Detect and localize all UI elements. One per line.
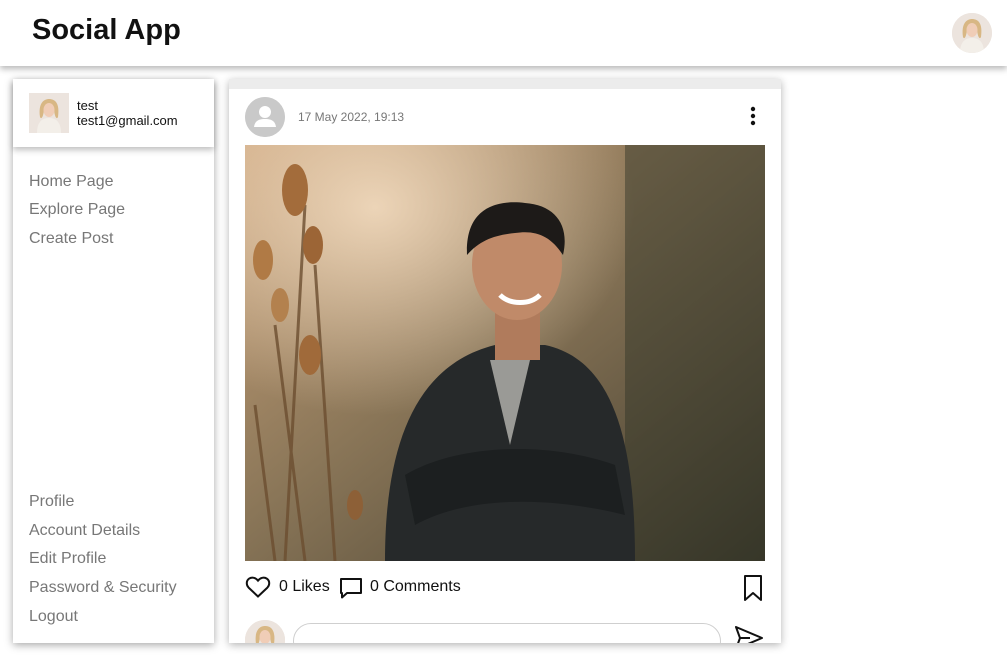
post-photo (245, 145, 765, 561)
account-avatar[interactable] (952, 13, 992, 53)
user-avatar (29, 93, 69, 133)
likes-count[interactable]: 0 Likes (279, 578, 330, 596)
post-date: 17 May 2022, 19:13 (298, 110, 405, 124)
user-name: test (77, 98, 98, 113)
nav-logout[interactable]: Logout (29, 608, 78, 626)
post-card: 17 May 2022, 19:13 0 Likes 0 Comments (229, 79, 781, 643)
send-icon (735, 626, 763, 643)
comment-button[interactable] (339, 576, 363, 600)
nav-edit-profile[interactable]: Edit Profile (29, 550, 106, 568)
nav-account-details[interactable]: Account Details (29, 522, 140, 540)
nav-profile[interactable]: Profile (29, 493, 74, 511)
comment-user-avatar (245, 620, 285, 643)
more-vertical-icon (750, 106, 756, 126)
comment-input[interactable] (293, 623, 721, 643)
comments-count[interactable]: 0 Comments (370, 578, 461, 596)
post-author-avatar[interactable] (245, 97, 285, 137)
comment-bubble-icon (340, 578, 362, 599)
user-card[interactable]: test test1@gmail.com (13, 79, 214, 147)
user-email: test1@gmail.com (77, 113, 178, 128)
nav-password-security[interactable]: Password & Security (29, 579, 177, 597)
bookmark-button[interactable] (743, 574, 763, 602)
like-button[interactable] (245, 575, 271, 599)
nav-home-page[interactable]: Home Page (29, 173, 114, 191)
user-avatar-icon (245, 620, 285, 643)
post-menu-button[interactable] (746, 105, 760, 127)
user-avatar-icon (29, 93, 69, 133)
bookmark-outline-icon (744, 575, 762, 601)
nav-create-post[interactable]: Create Post (29, 230, 113, 248)
post-image[interactable] (245, 145, 765, 561)
user-avatar-icon (952, 13, 992, 53)
app-title: Social App (32, 14, 181, 46)
nav-explore-page[interactable]: Explore Page (29, 201, 125, 219)
heart-outline-icon (245, 576, 271, 598)
top-bar: Social App (0, 0, 1007, 66)
send-comment-button[interactable] (734, 624, 764, 643)
default-user-icon (245, 97, 285, 137)
sidebar: test test1@gmail.com Home Page Explore P… (13, 79, 214, 643)
post-top-divider (229, 79, 781, 89)
